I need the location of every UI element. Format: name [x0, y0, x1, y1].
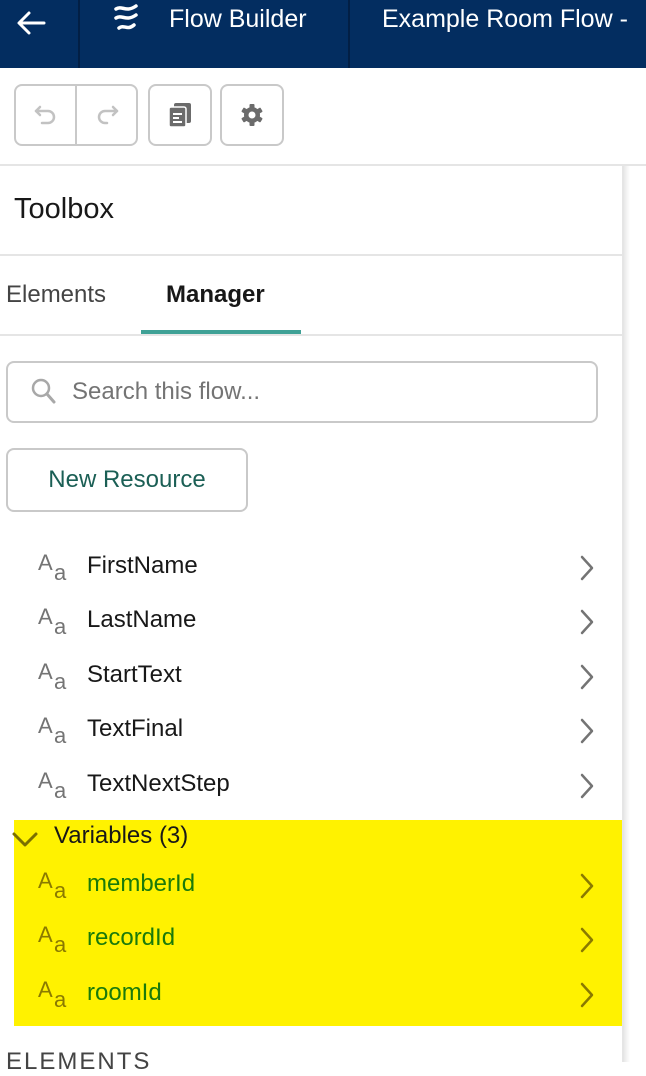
redo-icon	[97, 105, 118, 125]
resource-name: TextFinal	[87, 715, 184, 742]
text-type-icon: Aa	[38, 659, 67, 694]
undo-redo-group	[14, 84, 138, 146]
gear-icon	[241, 104, 263, 126]
search-box	[6, 361, 598, 423]
text-type-icon: Aa	[38, 868, 67, 903]
elements-section-label: ELEMENTS	[6, 1048, 152, 1075]
tab-manager[interactable]: Manager	[166, 281, 265, 309]
chevron-right-icon	[580, 555, 594, 581]
divider	[0, 334, 622, 336]
arrow-left-icon	[17, 11, 46, 35]
app-title: Flow Builder	[169, 5, 307, 33]
variable-name: memberId	[87, 870, 196, 897]
panel-edge-shadow	[624, 166, 630, 1062]
copy-button[interactable]	[148, 84, 212, 146]
chevron-right-icon	[580, 609, 594, 635]
tab-elements[interactable]: Elements	[6, 281, 106, 309]
app-brand: Flow Builder	[80, 0, 350, 68]
chevron-right-icon	[580, 718, 594, 744]
list-item[interactable]: Aa memberId	[0, 858, 622, 912]
variables-section-header[interactable]: Variables (3)	[0, 818, 622, 862]
chevron-right-icon	[580, 927, 594, 953]
undo-icon	[34, 105, 55, 125]
toolbar	[0, 68, 646, 166]
text-type-icon: Aa	[38, 922, 67, 957]
list-item[interactable]: Aa TextFinal	[0, 703, 622, 757]
new-resource-button[interactable]: New Resource	[6, 448, 248, 512]
text-type-icon: Aa	[38, 604, 67, 639]
redo-button[interactable]	[75, 86, 136, 144]
list-item[interactable]: Aa LastName	[0, 594, 622, 648]
toolbox-title: Toolbox	[14, 193, 114, 225]
variables-section-label: Variables (3)	[54, 822, 189, 849]
toolbox-panel: Toolbox Elements Manager New Resource Aa…	[0, 166, 624, 1075]
variable-name: roomId	[87, 979, 162, 1006]
resource-name: FirstName	[87, 552, 198, 579]
flow-name: Example Room Flow -	[382, 5, 628, 33]
undo-button[interactable]	[16, 86, 75, 144]
list-item[interactable]: Aa StartText	[0, 649, 622, 703]
list-item[interactable]: Aa recordId	[0, 912, 622, 966]
flow-logo-icon	[114, 4, 138, 30]
toolbox-tabs: Elements Manager	[0, 256, 622, 336]
list-item[interactable]: Aa FirstName	[0, 540, 622, 594]
list-item[interactable]: Aa TextNextStep	[0, 758, 622, 812]
variable-name: recordId	[87, 924, 176, 951]
text-type-icon: Aa	[38, 768, 67, 803]
resource-name: TextNextStep	[87, 770, 230, 797]
chevron-right-icon	[580, 664, 594, 690]
search-input[interactable]	[72, 373, 572, 411]
chevron-right-icon	[580, 773, 594, 799]
text-type-icon: Aa	[38, 713, 67, 748]
list-item[interactable]: Aa roomId	[0, 967, 622, 1021]
resource-name: StartText	[87, 661, 182, 688]
chevron-right-icon	[580, 873, 594, 899]
back-button[interactable]	[0, 0, 80, 68]
search-icon	[31, 378, 56, 404]
app-header: Flow Builder Example Room Flow -	[0, 0, 646, 68]
copy-icon	[168, 103, 191, 128]
chevron-down-icon	[12, 832, 38, 847]
chevron-right-icon	[580, 982, 594, 1008]
text-type-icon: Aa	[38, 550, 67, 585]
resource-name: LastName	[87, 606, 197, 633]
text-type-icon: Aa	[38, 977, 67, 1012]
settings-button[interactable]	[220, 84, 284, 146]
